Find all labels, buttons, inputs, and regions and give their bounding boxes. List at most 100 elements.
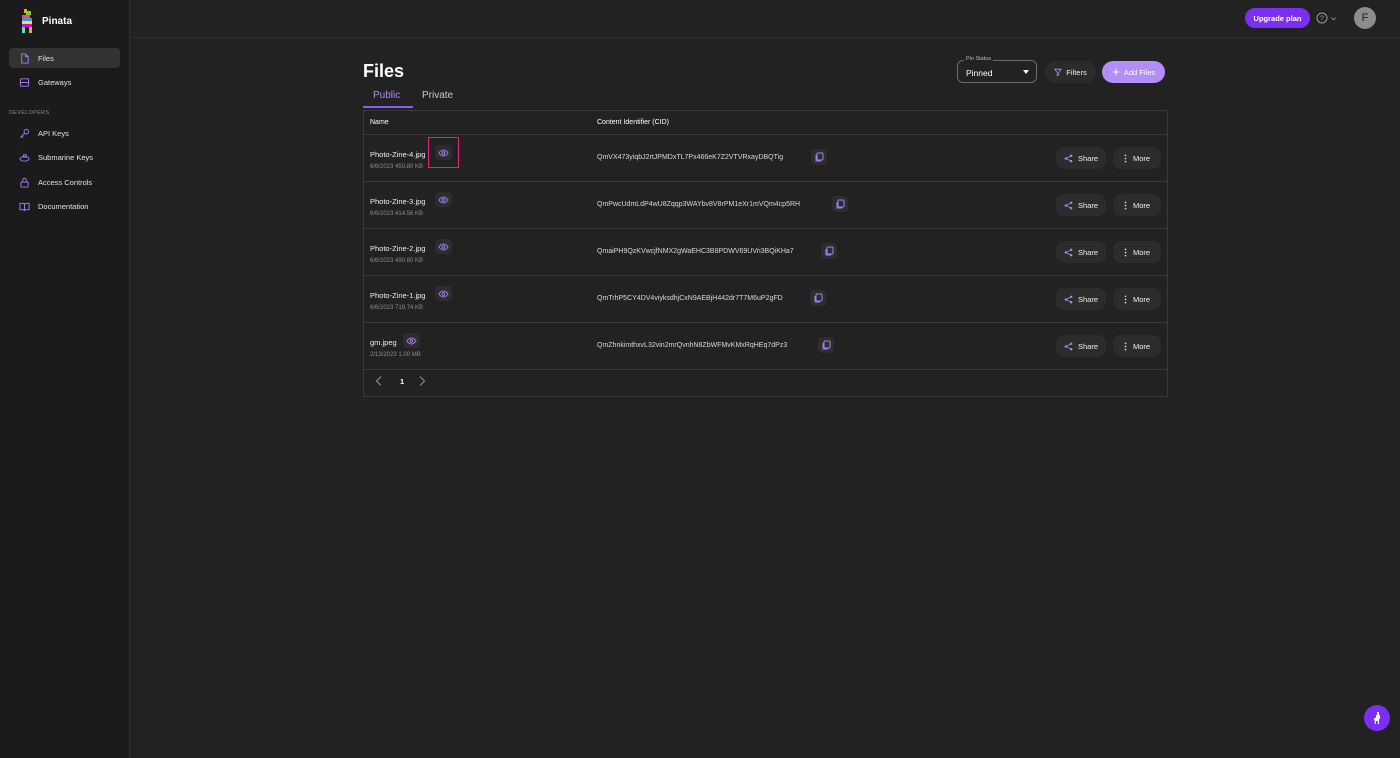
pin-status-select[interactable]: Pin Status Pinned	[957, 56, 1037, 83]
copy-icon[interactable]	[832, 196, 848, 212]
chevron-right-icon[interactable]	[417, 375, 427, 387]
share-label: Share	[1077, 200, 1098, 210]
sidebar-item-label: API Keys	[38, 128, 69, 138]
sidebar-item-label: Access Controls	[38, 177, 93, 187]
share-icon	[1064, 248, 1073, 256]
preview-eye-icon[interactable]	[435, 286, 452, 301]
sidebar-item-files[interactable]: Files	[9, 48, 120, 68]
active-tab-indicator	[363, 106, 413, 108]
support-chat-button[interactable]	[1364, 705, 1390, 731]
file-name[interactable]: Photo-Zine-2.jpg	[370, 244, 425, 253]
more-button[interactable]: More	[1113, 194, 1161, 216]
share-label: Share	[1077, 294, 1098, 304]
cid-value: QmVX473yiqbJ2rtJPMDxTL7Px466eK7Z2VTVRxay…	[597, 154, 784, 161]
filters-button[interactable]: Filters	[1045, 61, 1096, 83]
sidebar-item-label: Gateways	[38, 77, 72, 87]
add-files-label: Add Files	[1123, 67, 1156, 77]
add-files-button[interactable]: Add Files	[1102, 61, 1165, 83]
share-button[interactable]: Share	[1056, 147, 1106, 169]
table-row[interactable]: gm.jpeg 2/13/2023 1.00 MB QmZhnkimthxvL3…	[364, 323, 1167, 370]
file-meta: 6/6/2023 414.56 KB	[370, 211, 424, 217]
sidebar-item-label: Submarine Keys	[38, 152, 94, 162]
lock-icon	[19, 177, 30, 188]
share-icon	[1064, 295, 1073, 303]
plus-icon	[1112, 68, 1120, 76]
copy-icon[interactable]	[818, 337, 834, 353]
chevron-down-icon	[1331, 16, 1336, 20]
chevron-left-icon[interactable]	[374, 375, 384, 387]
help-icon: ?	[1316, 12, 1328, 24]
brand[interactable]: Pinata	[20, 9, 72, 33]
table-row[interactable]: Photo-Zine-3.jpg 6/6/2023 414.56 KB QmPw…	[364, 182, 1167, 229]
copy-icon[interactable]	[810, 290, 826, 306]
sidebar-item-api-keys[interactable]: API Keys	[9, 123, 120, 143]
llama-icon	[1374, 712, 1380, 724]
key-icon	[19, 128, 30, 139]
copy-icon[interactable]	[811, 149, 827, 165]
file-name[interactable]: Photo-Zine-1.jpg	[370, 291, 425, 300]
file-meta: 6/6/2023 450.80 KB	[370, 164, 424, 170]
submarine-icon	[19, 152, 30, 163]
preview-eye-icon[interactable]	[435, 239, 452, 254]
cid-value: QmZhnkimthxvL32vin2mrQvnhN8ZbWFMvKMxRqHE…	[597, 342, 788, 349]
file-name[interactable]: Photo-Zine-3.jpg	[370, 197, 425, 206]
sidebar-item-access-controls[interactable]: Access Controls	[9, 172, 120, 192]
share-label: Share	[1077, 341, 1098, 351]
sidebar-item-label: Documentation	[38, 201, 89, 211]
page-title: Files	[363, 61, 405, 81]
more-button[interactable]: More	[1113, 335, 1161, 357]
upgrade-plan-button[interactable]: Upgrade plan	[1245, 8, 1310, 28]
avatar[interactable]: F	[1354, 7, 1376, 29]
cid-value: QmaiPH9QzKVwcjfNMX2gWaEHC3B8PDWV69UVri3B…	[597, 248, 794, 255]
more-button[interactable]: More	[1113, 288, 1161, 310]
copy-icon[interactable]	[821, 243, 837, 259]
file-name[interactable]: Photo-Zine-4.jpg	[370, 150, 425, 159]
book-icon	[19, 201, 30, 212]
tab-public[interactable]: Public	[373, 90, 400, 101]
sidebar-item-gateways[interactable]: Gateways	[9, 72, 120, 92]
top-bar	[130, 0, 1400, 38]
sidebar-item-documentation[interactable]: Documentation	[9, 196, 120, 216]
file-name[interactable]: gm.jpeg	[370, 338, 397, 347]
cid-value: QmTrhP5CY4DV4viyksdhjCxN9AEBjH442dr7T7M6…	[597, 295, 783, 302]
share-icon	[1064, 154, 1073, 162]
preview-eye-icon[interactable]	[403, 333, 420, 348]
share-icon	[1064, 201, 1073, 209]
more-vertical-icon	[1124, 153, 1127, 163]
share-button[interactable]: Share	[1056, 241, 1106, 263]
share-label: Share	[1077, 153, 1098, 163]
share-button[interactable]: Share	[1056, 288, 1106, 310]
app-root: Pinata Files Gateways DEVELOPERS API Key…	[0, 0, 1400, 758]
tab-private[interactable]: Private	[422, 90, 453, 101]
more-label: More	[1132, 341, 1151, 351]
filter-icon	[1054, 68, 1063, 76]
sidebar: Pinata Files Gateways DEVELOPERS API Key…	[0, 0, 130, 758]
table-row[interactable]: Photo-Zine-2.jpg 6/6/2023 490.60 KB Qmai…	[364, 229, 1167, 276]
page-number-current[interactable]: 1	[400, 377, 404, 386]
more-vertical-icon	[1124, 247, 1127, 257]
gateway-icon	[19, 77, 30, 88]
more-vertical-icon	[1124, 294, 1127, 304]
more-label: More	[1132, 153, 1151, 163]
files-table: Name Content Identifier (CID) Photo-Zine…	[363, 110, 1168, 397]
cid-value: QmPwcUdmLdP4wU8Zqqp3WAYbv8V8rPM1eXr1mVQm…	[597, 201, 801, 208]
table-header: Name Content Identifier (CID)	[364, 111, 1167, 135]
more-label: More	[1132, 200, 1151, 210]
filters-label: Filters	[1066, 67, 1087, 77]
preview-eye-icon[interactable]	[435, 192, 452, 207]
sidebar-item-label: Files	[38, 53, 54, 63]
sidebar-item-submarine-keys[interactable]: Submarine Keys	[9, 147, 120, 167]
more-vertical-icon	[1124, 341, 1127, 351]
more-label: More	[1132, 294, 1151, 304]
help-menu-button[interactable]: ?	[1316, 11, 1338, 25]
more-button[interactable]: More	[1113, 241, 1161, 263]
column-header-cid: Content Identifier (CID)	[597, 119, 669, 126]
table-row[interactable]: Photo-Zine-1.jpg 6/6/2023 719.74 KB QmTr…	[364, 276, 1167, 323]
file-meta: 6/6/2023 490.60 KB	[370, 258, 424, 264]
brand-name: Pinata	[42, 15, 73, 27]
share-button[interactable]: Share	[1056, 194, 1106, 216]
share-button[interactable]: Share	[1056, 335, 1106, 357]
more-button[interactable]: More	[1113, 147, 1161, 169]
svg-text:?: ?	[1320, 16, 1324, 23]
table-row[interactable]: Photo-Zine-4.jpg 6/6/2023 450.80 KB QmVX…	[364, 135, 1167, 182]
